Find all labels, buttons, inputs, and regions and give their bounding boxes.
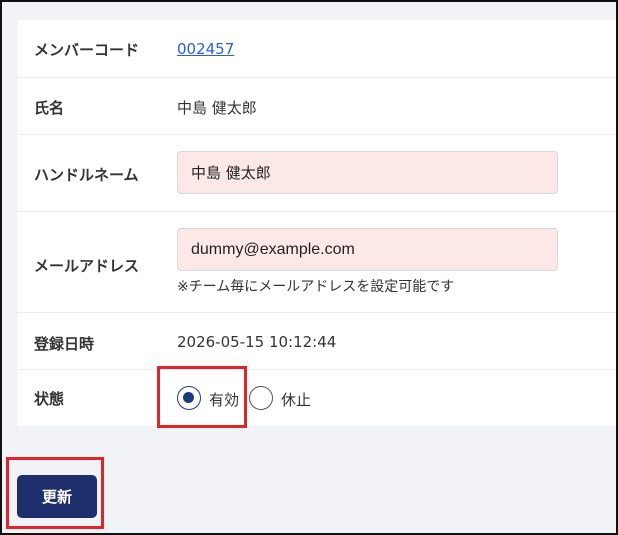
member-code-link[interactable]: 002457 [177, 40, 234, 58]
registered-value: 2026-05-15 10:12:44 [177, 333, 337, 351]
email-note: ※チーム毎にメールアドレスを設定可能です [177, 279, 455, 295]
registered-label: 登録日時 [34, 335, 95, 353]
handle-input[interactable]: 中島 健太郎 [177, 151, 558, 194]
handle-row: ハンドルネーム 中島 健太郎 [18, 135, 616, 212]
registered-row: 登録日時 2026-05-15 10:12:44 [18, 313, 616, 370]
email-input[interactable]: dummy@example.com [177, 228, 558, 271]
name-label: 氏名 [34, 99, 65, 117]
status-row: 状態 有効 休止 [18, 370, 616, 426]
email-label: メールアドレス [34, 257, 140, 275]
member-form: メンバーコード 002457 氏名 中島 健太郎 ハンドルネーム 中島 健太郎 … [18, 20, 616, 426]
status-paused-radio[interactable] [249, 386, 273, 410]
status-label: 状態 [34, 390, 65, 408]
handle-label: ハンドルネーム [34, 166, 139, 184]
member-code-label: メンバーコード [34, 41, 140, 59]
name-value: 中島 健太郎 [177, 99, 257, 117]
name-row: 氏名 中島 健太郎 [18, 78, 616, 135]
status-paused-label[interactable]: 休止 [281, 389, 311, 410]
status-highlight-box [157, 366, 247, 428]
update-highlight-box [6, 457, 104, 529]
email-row: メールアドレス dummy@example.com ※チーム毎にメールアドレスを… [18, 212, 616, 313]
member-code-row: メンバーコード 002457 [18, 20, 616, 78]
